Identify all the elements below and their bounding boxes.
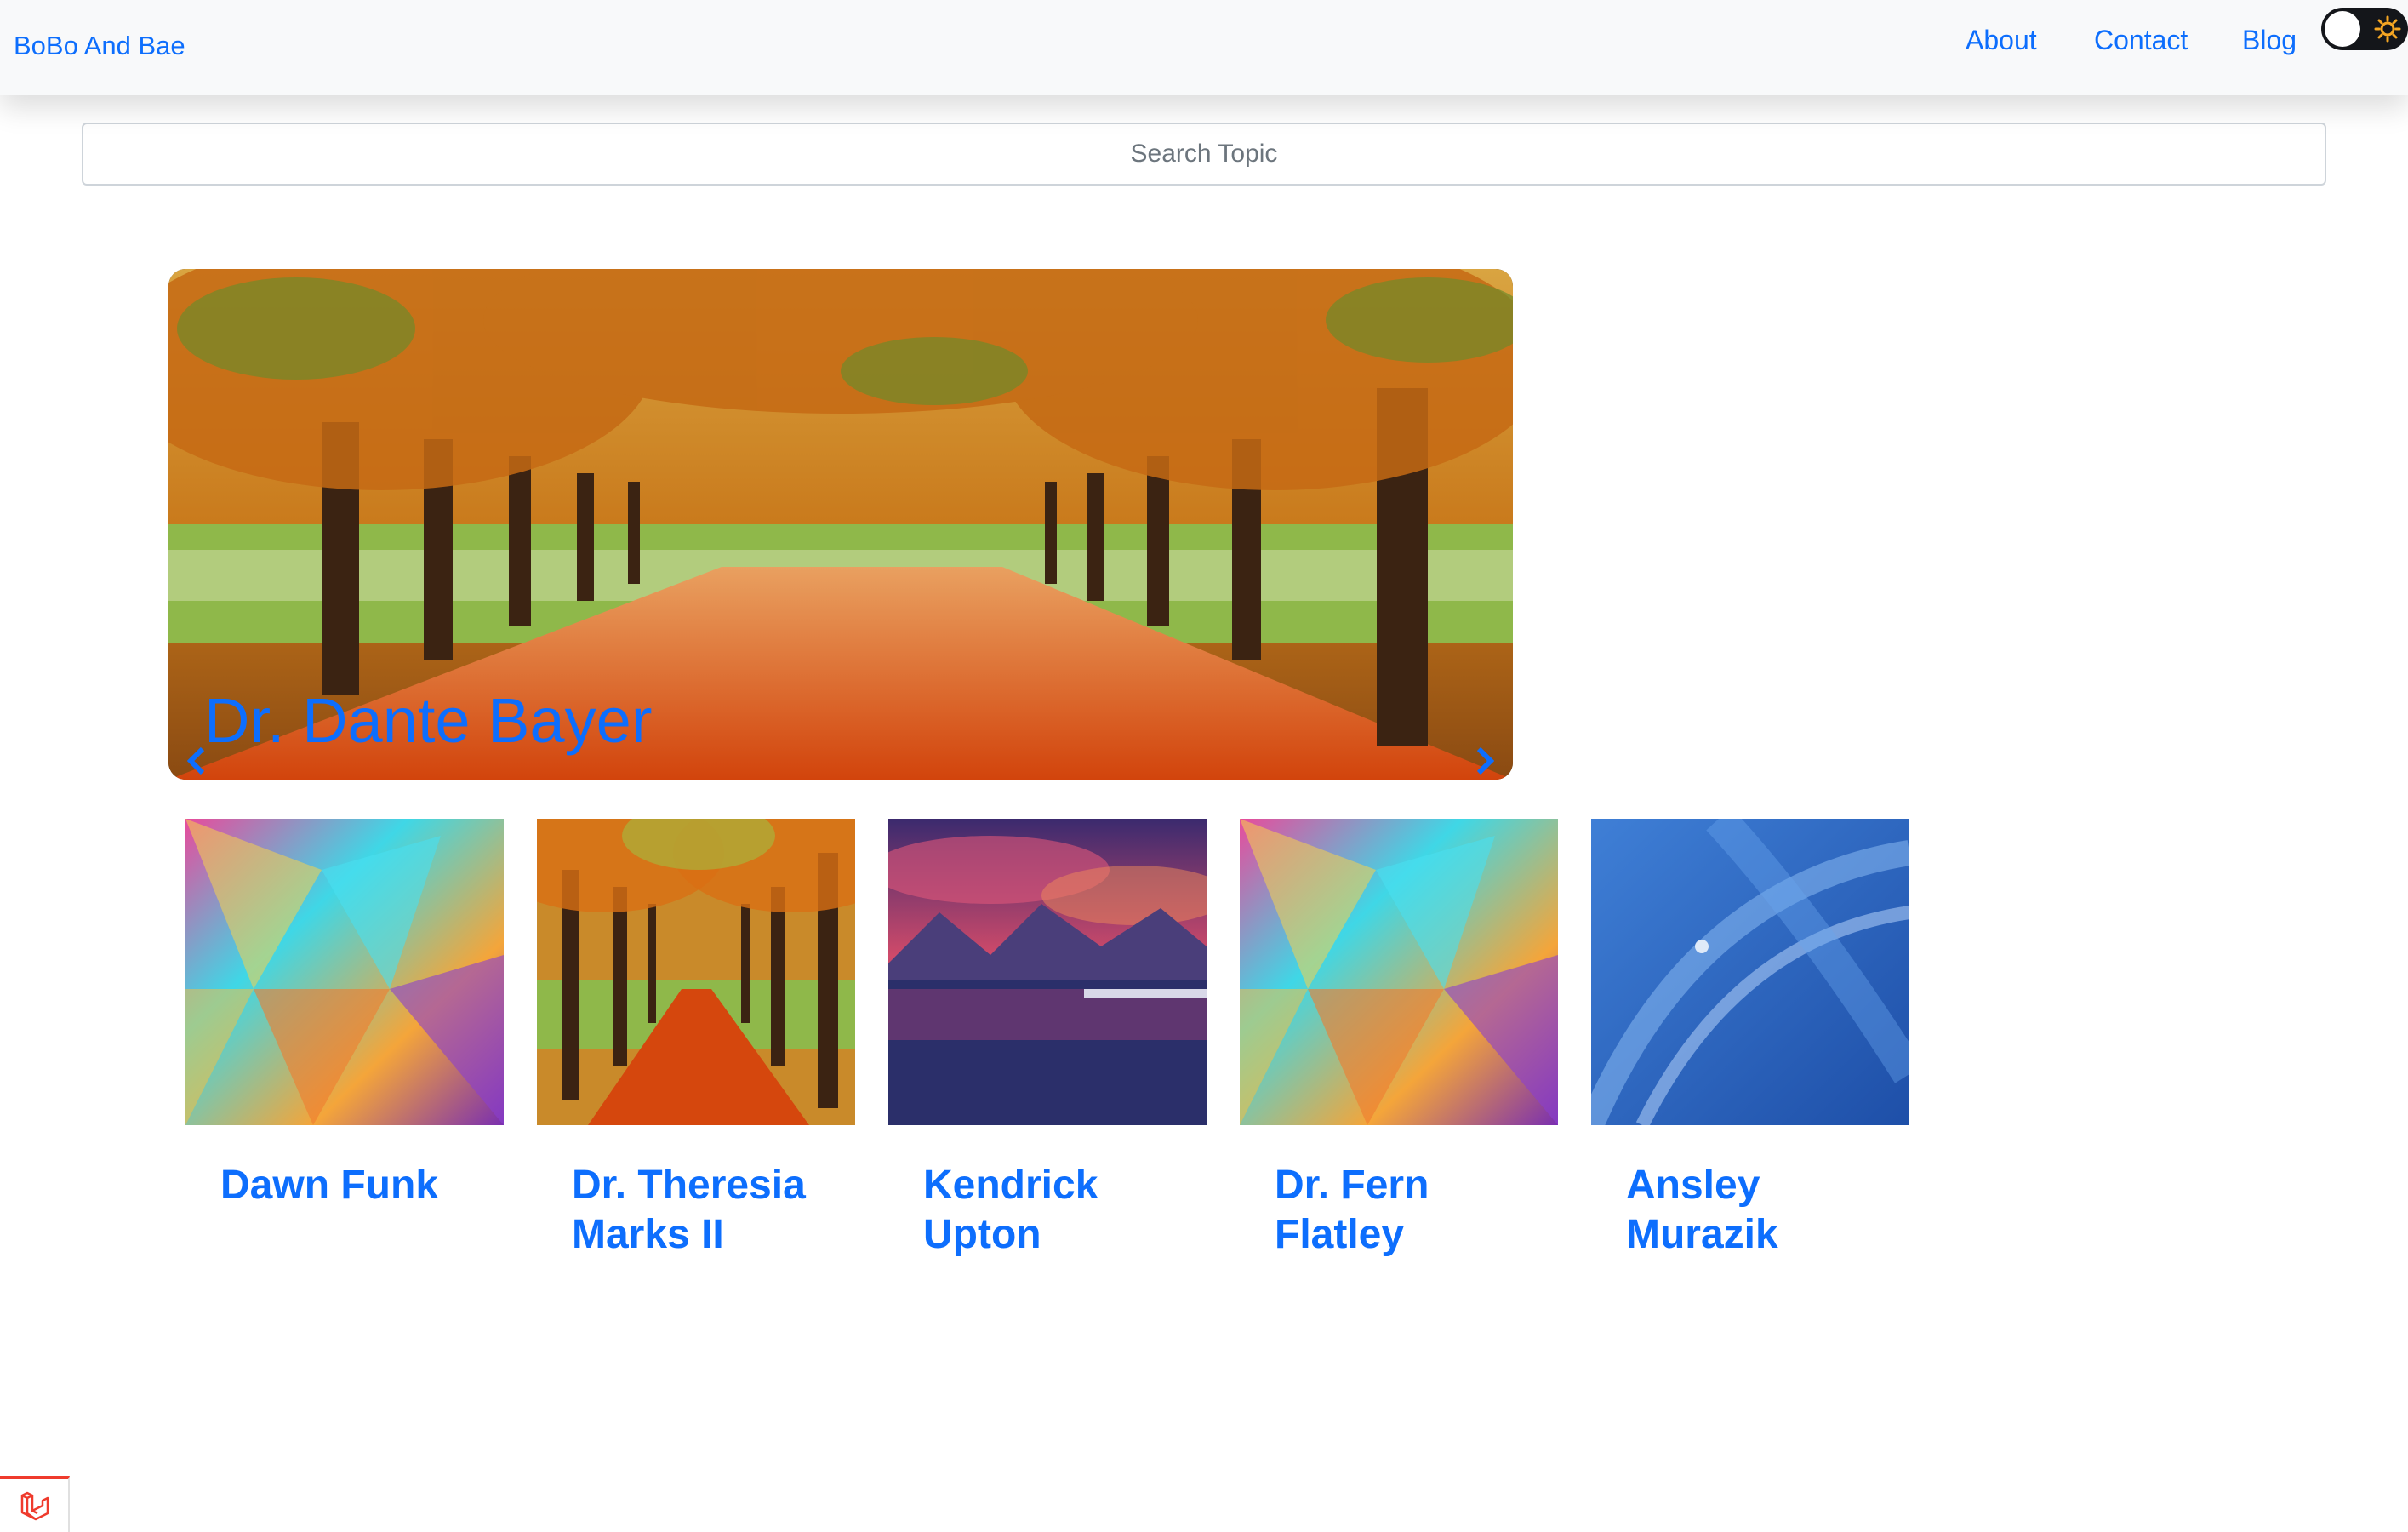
- carousel-caption: Dr. Dante Bayer: [204, 685, 653, 756]
- nav-link-about[interactable]: About: [1966, 25, 2037, 56]
- post-card-list: Dawn Funk Dr. Theresia Marks II Kendrick…: [0, 819, 2408, 1295]
- post-card[interactable]: Dawn Funk: [185, 819, 504, 1210]
- post-card-image: [185, 819, 504, 1125]
- post-card-image: [888, 819, 1207, 1125]
- nav-link-blog[interactable]: Blog: [2242, 25, 2297, 56]
- post-card-title: Dawn Funk: [220, 1163, 439, 1208]
- post-card[interactable]: Dr. Fern Flatley: [1240, 819, 1558, 1260]
- post-card-image: [537, 819, 855, 1125]
- chevron-left-icon[interactable]: [182, 744, 213, 778]
- autumn-trees-image: [537, 819, 855, 1125]
- post-card-title: Dr. Fern Flatley: [1275, 1163, 1429, 1257]
- brand-link[interactable]: BoBo And Bae: [14, 31, 185, 61]
- chevron-right-icon[interactable]: [1469, 744, 1499, 778]
- post-card-title: Ansley Murazik: [1626, 1163, 1778, 1257]
- toggle-knob: [2325, 11, 2360, 47]
- nav-link-contact[interactable]: Contact: [2094, 25, 2188, 56]
- mountain-lake-image: [888, 819, 1207, 1125]
- theme-toggle[interactable]: [2321, 8, 2408, 50]
- navbar: BoBo And Bae About Contact Blog: [0, 0, 2408, 95]
- search-box: [82, 123, 2326, 186]
- post-card-title: Dr. Theresia Marks II: [572, 1163, 806, 1257]
- post-card[interactable]: Dr. Theresia Marks II: [537, 819, 855, 1260]
- dev-toolbar-toggle[interactable]: [0, 1476, 70, 1532]
- post-card-title: Kendrick Upton: [923, 1163, 1098, 1257]
- laravel-logo-icon: [20, 1491, 49, 1521]
- search-input[interactable]: [83, 123, 2325, 185]
- post-card[interactable]: Ansley Murazik: [1591, 819, 1909, 1260]
- hero-carousel[interactable]: Dr. Dante Bayer: [168, 269, 1513, 780]
- sun-icon: [2374, 15, 2401, 43]
- post-card-image: [1240, 819, 1558, 1125]
- blue-abstract-image: [1591, 819, 1909, 1125]
- post-card-image: [1591, 819, 1909, 1125]
- crystal-abstract-image: [185, 819, 504, 1125]
- crystal-abstract-image: [1240, 819, 1558, 1125]
- post-card[interactable]: Kendrick Upton: [888, 819, 1207, 1260]
